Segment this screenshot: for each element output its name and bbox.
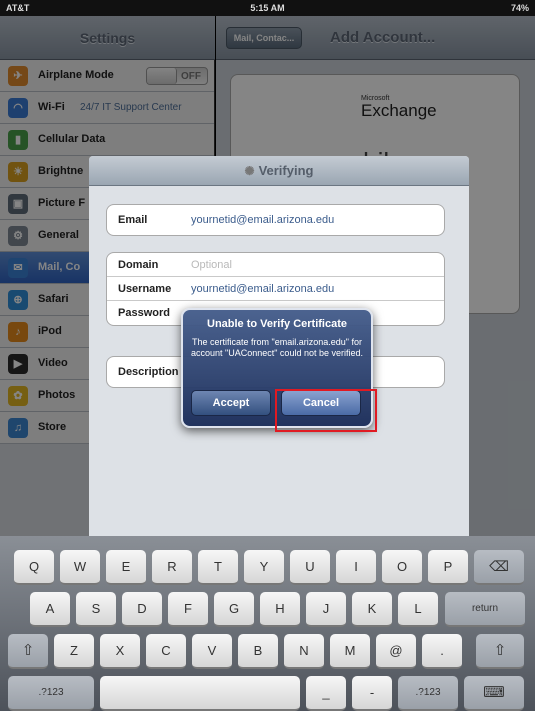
- alert-message: The certificate from "email.arizona.edu"…: [191, 337, 363, 358]
- key-g[interactable]: G: [214, 592, 254, 627]
- domain-row[interactable]: Domain Optional: [107, 253, 444, 277]
- key-f[interactable]: F: [168, 592, 208, 627]
- key-r[interactable]: R: [152, 550, 192, 585]
- key-e[interactable]: E: [106, 550, 146, 585]
- key-h[interactable]: H: [260, 592, 300, 627]
- keyboard-hide-icon[interactable]: ⌨: [464, 676, 524, 711]
- spinner-icon: ✺: [244, 164, 255, 178]
- key-o[interactable]: O: [382, 550, 422, 585]
- email-label: Email: [118, 214, 148, 226]
- key-underscore[interactable]: _: [306, 676, 346, 711]
- key-t[interactable]: T: [198, 550, 238, 585]
- key-d[interactable]: D: [122, 592, 162, 627]
- key-w[interactable]: W: [60, 550, 100, 585]
- key-y[interactable]: Y: [244, 550, 284, 585]
- status-bar: AT&T 5:15 AM 74%: [0, 0, 535, 16]
- key-p[interactable]: P: [428, 550, 468, 585]
- password-label: Password: [118, 307, 170, 319]
- onscreen-keyboard: Q W E R T Y U I O P ⌫ A S D F G H J K Lreturn ⇧ Z X C V B N M @. ⇧ .?1…: [0, 536, 535, 711]
- key-l[interactable]: L: [398, 592, 438, 627]
- key-s[interactable]: S: [76, 592, 116, 627]
- key-symbol-8[interactable]: .: [422, 634, 462, 669]
- alert-title: Unable to Verify Certificate: [207, 318, 347, 330]
- key-symbol-6[interactable]: M: [330, 634, 370, 669]
- domain-label: Domain: [118, 259, 159, 271]
- username-field[interactable]: yournetid@email.arizona.edu: [191, 283, 334, 295]
- key-dash[interactable]: -: [352, 676, 392, 711]
- numbers-key[interactable]: .?123: [8, 676, 94, 711]
- key-k[interactable]: K: [352, 592, 392, 627]
- return-key[interactable]: return: [445, 592, 525, 627]
- key-symbol-1[interactable]: X: [100, 634, 140, 669]
- space-bar[interactable]: [100, 676, 300, 711]
- email-group: Email yournetid@email.arizona.edu: [106, 204, 445, 236]
- email-row[interactable]: Email yournetid@email.arizona.edu: [107, 205, 444, 235]
- key-a[interactable]: A: [30, 592, 70, 627]
- shift-icon[interactable]: ⇧: [476, 634, 524, 669]
- key-q[interactable]: Q: [14, 550, 54, 585]
- cancel-highlight-box: [275, 389, 377, 432]
- key-symbol-3[interactable]: V: [192, 634, 232, 669]
- accept-button[interactable]: Accept: [191, 390, 271, 416]
- key-j[interactable]: J: [306, 592, 346, 627]
- key-symbol-0[interactable]: Z: [54, 634, 94, 669]
- description-label: Description: [118, 366, 179, 378]
- key-symbol-2[interactable]: C: [146, 634, 186, 669]
- sheet-title-bar: ✺ Verifying: [89, 156, 469, 186]
- key-symbol-7[interactable]: @: [376, 634, 416, 669]
- key-symbol-5[interactable]: N: [284, 634, 324, 669]
- domain-field[interactable]: Optional: [191, 259, 232, 271]
- sheet-title: Verifying: [258, 163, 314, 178]
- clock: 5:15 AM: [250, 3, 285, 13]
- key-i[interactable]: I: [336, 550, 376, 585]
- key-symbol-4[interactable]: B: [238, 634, 278, 669]
- shift-icon[interactable]: ⇧: [8, 634, 48, 669]
- battery-level: 74%: [510, 3, 529, 13]
- username-row[interactable]: Username yournetid@email.arizona.edu: [107, 277, 444, 301]
- backspace-icon[interactable]: ⌫: [474, 550, 524, 585]
- username-label: Username: [118, 283, 172, 295]
- key-u[interactable]: U: [290, 550, 330, 585]
- email-field[interactable]: yournetid@email.arizona.edu: [191, 214, 334, 226]
- numbers-key-right[interactable]: .?123: [398, 676, 458, 711]
